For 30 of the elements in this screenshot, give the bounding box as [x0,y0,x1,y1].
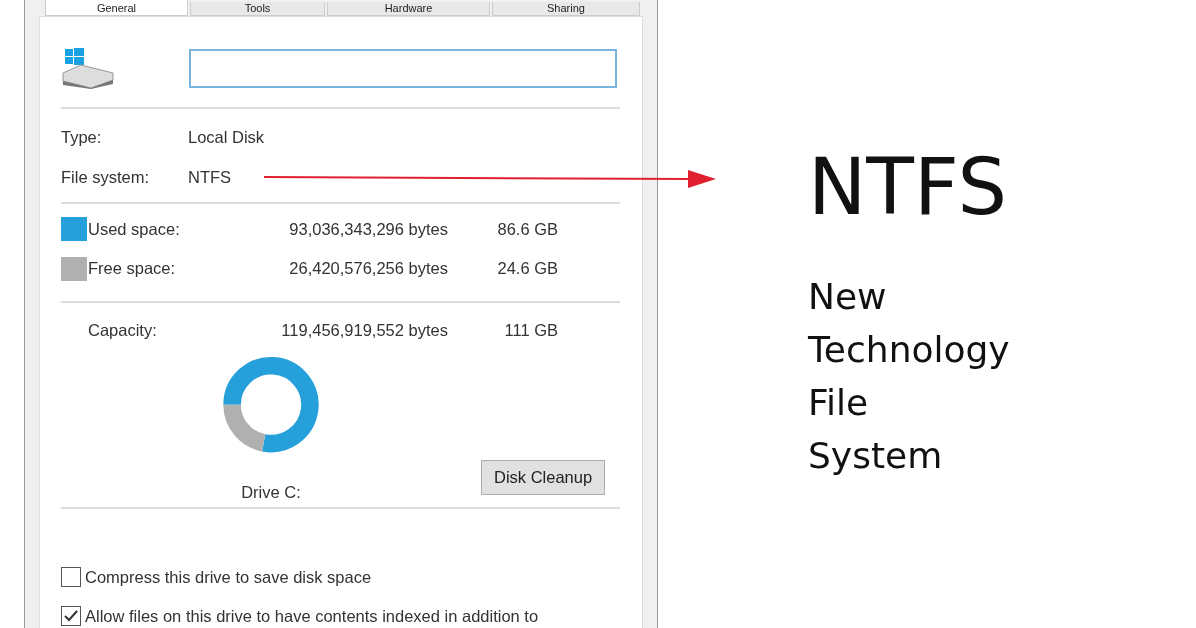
field-label: Type: [61,127,102,148]
size-value: 24.6 GB [496,258,558,280]
checkbox[interactable] [61,567,81,588]
size-value: 86.6 GB [496,218,558,240]
annotation-line: New [808,275,888,319]
drive-icon [61,47,115,89]
disk-cleanup-button[interactable]: Disk Cleanup [481,460,606,495]
tab[interactable]: General [45,0,188,16]
field-label: Free space: [88,258,177,280]
annotation-title: NTFS [808,148,1008,226]
field-label: File system: [61,166,149,188]
byte-count: 93,036,343,296 bytes [288,218,448,240]
field-label: Capacity: [88,320,158,341]
annotation-line: File [808,381,870,425]
byte-count: 119,456,919,552 bytes [280,320,448,341]
annotation-line: Technology [808,328,1010,372]
tab[interactable]: Hardware [327,2,490,16]
drive-label: Drive C: [241,482,301,503]
tab[interactable]: Sharing [492,2,640,16]
field-value: Local Disk [188,127,265,148]
tab[interactable]: Tools [190,2,325,16]
size-value: 111 GB [503,320,558,341]
checkbox-label: Compress this drive to save disk space [85,566,372,588]
field-label: Used space: [88,218,181,240]
name-field[interactable] [189,48,617,88]
field-value: NTFS [188,166,232,188]
checkbox[interactable] [61,605,81,626]
checkbox-label: Allow files on this drive to have contents indexed in addition to [85,605,539,627]
byte-count: 26,420,576,256 bytes [288,258,448,280]
annotation-line: System [808,434,944,478]
